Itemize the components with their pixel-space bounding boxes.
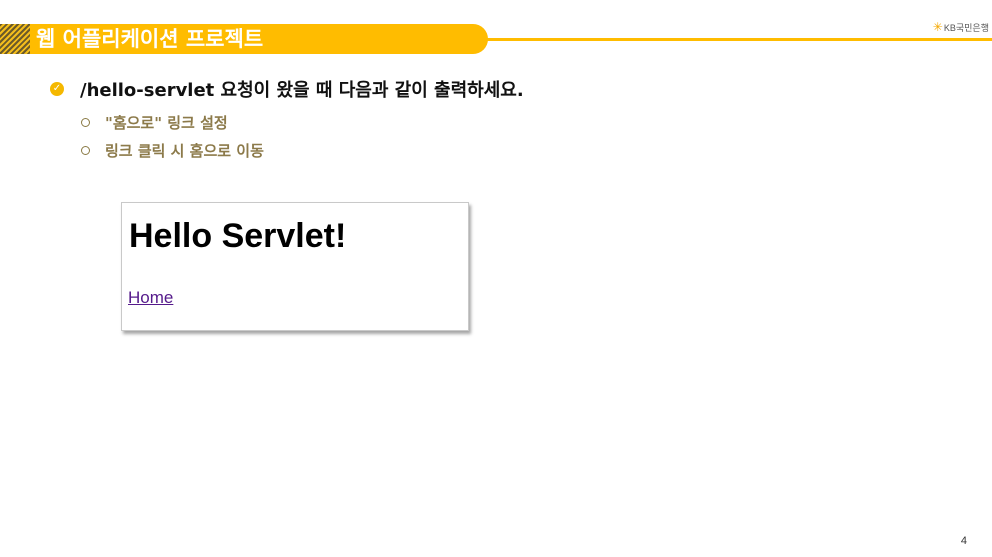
header-divider-line	[480, 38, 992, 41]
sub-bullet-text: 링크 클릭 시 홈으로 이동	[105, 141, 264, 160]
circle-bullet-icon	[81, 117, 90, 127]
sub-bullet-item: "홈으로" 링크 설정	[81, 108, 264, 136]
page-number: 4	[960, 535, 967, 547]
logo-text: KB국민은행	[943, 22, 989, 33]
slide-title: 웹 어플리케이션 프로젝트	[30, 24, 488, 54]
sub-bullet-list: "홈으로" 링크 설정 링크 클릭 시 홈으로 이동	[81, 108, 264, 164]
servlet-heading: Hello Servlet!	[129, 217, 347, 255]
kb-logo: ✳ KB국민은행	[933, 20, 989, 34]
check-icon: ✓	[50, 82, 64, 96]
main-bullet-text: /hello-servlet 요청이 왔을 때 다음과 같이 출력하세요.	[80, 80, 524, 101]
home-link[interactable]: Home	[128, 288, 173, 308]
sub-bullet-text: "홈으로" 링크 설정	[105, 113, 228, 132]
kb-star-icon: ✳	[932, 20, 943, 34]
main-bullet: ✓ /hello-servlet 요청이 왔을 때 다음과 같이 출력하세요.	[50, 76, 524, 102]
sub-bullet-item: 링크 클릭 시 홈으로 이동	[81, 136, 264, 164]
browser-screenshot: Hello Servlet! Home	[121, 202, 469, 331]
circle-bullet-icon	[81, 145, 90, 155]
header-stripe-decoration	[0, 24, 30, 54]
